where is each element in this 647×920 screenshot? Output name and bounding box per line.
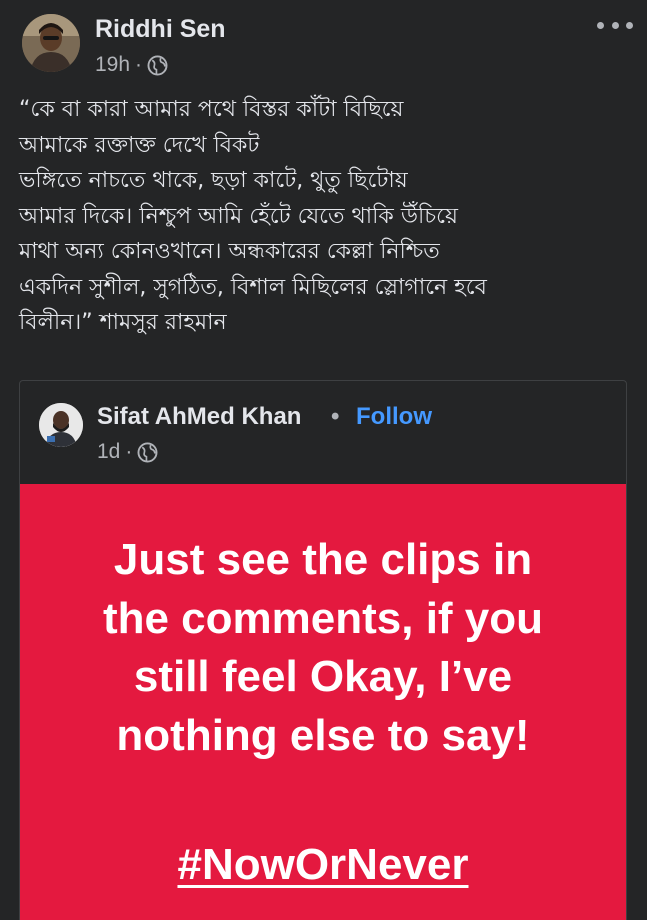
image-text-line: nothing else to say! — [116, 710, 530, 760]
post-text-line: ভঙ্গিতে নাচতে থাকে, ছড়া কাটে, থুতু ছিটো… — [19, 168, 408, 193]
author-name[interactable]: Riddhi Sen — [95, 15, 226, 44]
post-text-line: বিলীন।” শামসুর রাহমান — [19, 310, 227, 335]
meta-separator: · — [125, 440, 133, 463]
post-text-line: আমার দিকে। নিশ্চুপ আমি হেঁটে যেতে থাকি উ… — [19, 203, 458, 229]
post-time[interactable]: 19h — [95, 53, 130, 77]
post-text: “কে বা কারা আমার পথে বিস্তর কাঁটা বিছিয়… — [19, 92, 629, 341]
globe-icon — [147, 55, 168, 75]
post-meta: 19h · — [95, 52, 168, 78]
follow-button[interactable]: Follow — [356, 403, 432, 431]
shared-author-avatar-photo — [39, 403, 83, 447]
image-text-line: still feel Okay, I’ve — [133, 652, 513, 701]
globe-icon — [137, 442, 158, 462]
post-header: Riddhi Sen 19h · — [0, 0, 647, 90]
image-text-line: the comments, if you — [102, 593, 544, 643]
image-text-line: Just see the clips in — [113, 535, 533, 584]
post-text-line: একদিন সুশীল, সুগঠিত, বিশাল মিছিলের স্লোগ… — [19, 274, 487, 300]
shared-post-meta: 1d · — [97, 439, 158, 465]
hashtag-link[interactable]: #NowOrNever — [177, 840, 468, 889]
post-text-line: “কে বা কারা আমার পথে বিস্তর কাঁটা বিছিয়… — [19, 97, 404, 122]
image-text: Just see the clips in the comments, if y… — [20, 531, 626, 765]
author-avatar-photo — [22, 14, 80, 72]
shared-post-image[interactable]: Just see the clips in the comments, if y… — [20, 484, 626, 920]
post-text-line: মাথা অন্য কোনওখানে। অন্ধকারের কেল্লা নিশ… — [19, 239, 440, 264]
more-options-icon[interactable] — [597, 18, 633, 32]
shared-post[interactable]: Sifat AhMed Khan • Follow 1d · Just see … — [19, 380, 627, 920]
name-separator: • — [331, 403, 340, 430]
meta-separator: · — [135, 53, 143, 76]
author-avatar[interactable] — [22, 14, 80, 72]
post-text-line: আমাকে রক্তাক্ত দেখে বিকট — [19, 132, 260, 158]
hashtag: #NowOrNever — [20, 836, 626, 894]
shared-author-avatar[interactable] — [39, 403, 83, 447]
shared-author-name[interactable]: Sifat AhMed Khan — [97, 403, 301, 431]
shared-post-time[interactable]: 1d — [97, 440, 120, 464]
